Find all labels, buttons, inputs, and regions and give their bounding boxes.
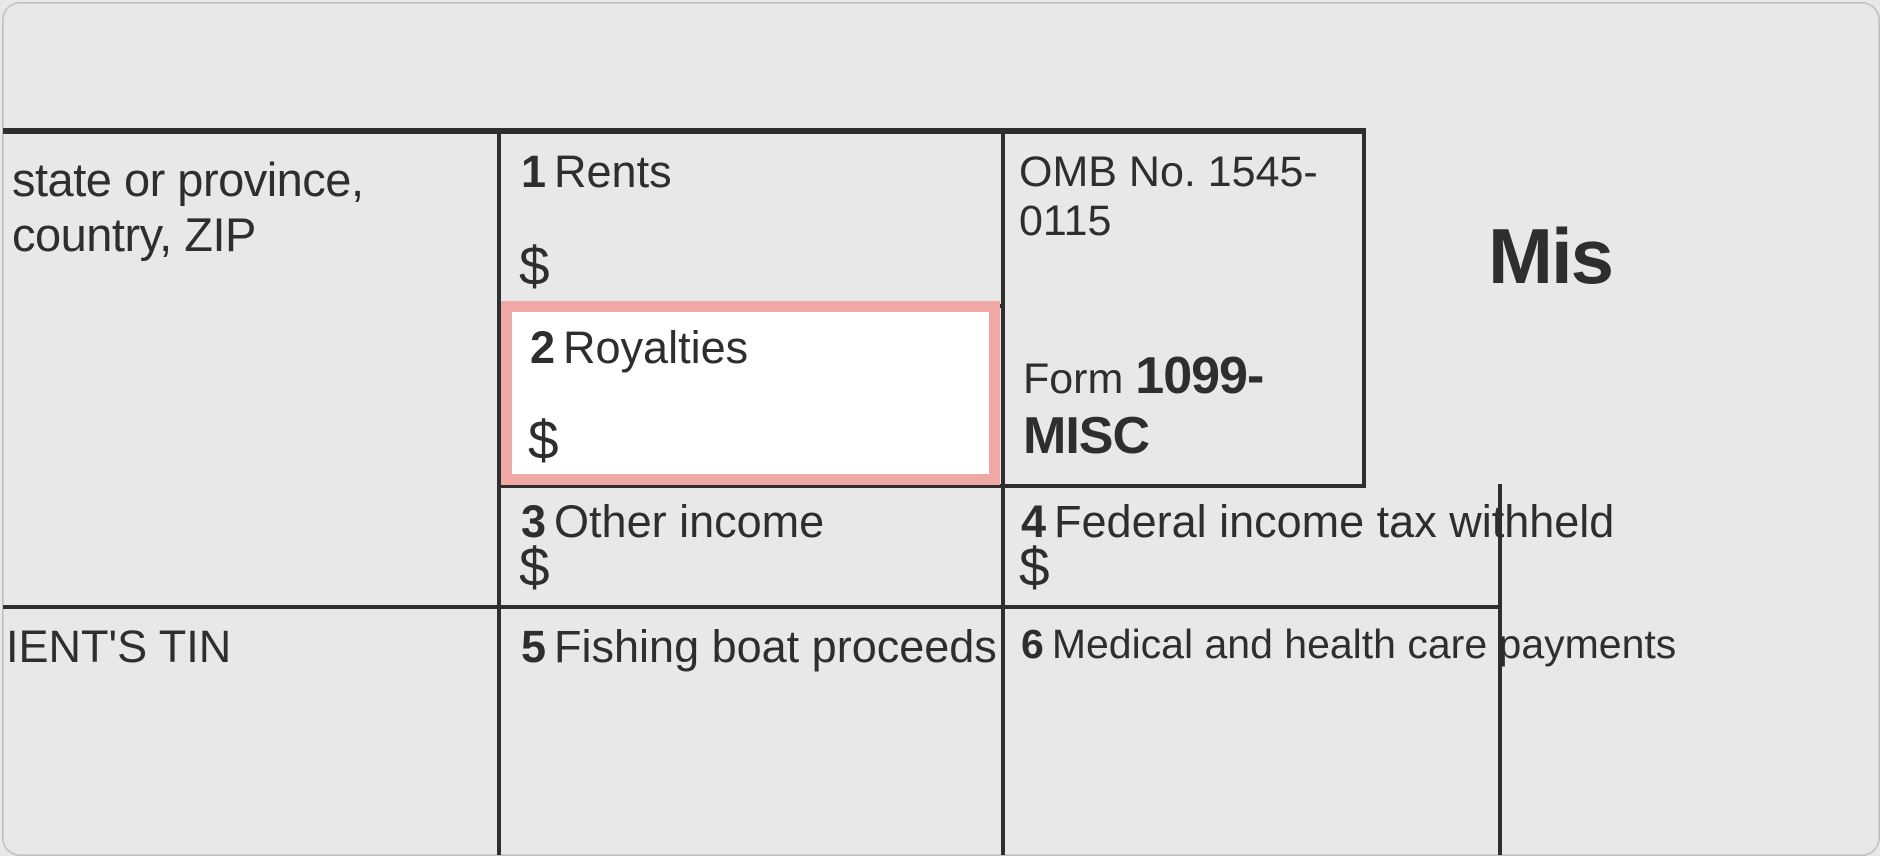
recipient-tin-cell: IENT'S TIN bbox=[2, 609, 501, 856]
payer-address-cell: state or province, country, ZIP bbox=[2, 134, 501, 609]
form-name: Form 1099-MISC bbox=[1023, 346, 1362, 466]
box-1-label: 1Rents bbox=[521, 146, 672, 198]
box-4-label: 4Federal income tax withheld bbox=[1021, 496, 1614, 548]
omb-form-cell: OMB No. 1545-0115 Form 1099-MISC bbox=[1001, 134, 1366, 488]
box-1-rents[interactable]: 1Rents $ bbox=[501, 134, 1005, 308]
box-5-label: 5Fishing boat proceeds bbox=[521, 621, 997, 673]
box-3-label: 3Other income bbox=[521, 496, 824, 548]
box-3-currency: $ bbox=[519, 535, 550, 599]
box-2-royalties[interactable]: 2Royalties $ bbox=[501, 301, 1000, 485]
box-4-currency: $ bbox=[1019, 535, 1050, 599]
form-1099-misc-fragment: state or province, country, ZIP 1Rents $… bbox=[3, 3, 1879, 855]
box-3-other-income[interactable]: 3Other income $ bbox=[501, 484, 1005, 609]
recipient-tin-label-fragment: IENT'S TIN bbox=[6, 621, 231, 673]
form-viewport: state or province, country, ZIP 1Rents $… bbox=[2, 2, 1880, 856]
box-4-fed-tax-withheld[interactable]: 4Federal income tax withheld $ bbox=[1001, 484, 1502, 609]
box-2-label: 2Royalties bbox=[530, 322, 748, 374]
box-6-label: 6Medical and health care payments bbox=[1021, 621, 1676, 668]
form-title-fragment: Mis bbox=[1488, 211, 1612, 302]
box-6-medical[interactable]: 6Medical and health care payments bbox=[1001, 609, 1502, 856]
box-2-currency: $ bbox=[528, 408, 559, 472]
box-5-fishing-boat[interactable]: 5Fishing boat proceeds bbox=[501, 609, 1005, 856]
address-label-fragment: state or province, country, ZIP bbox=[12, 152, 497, 262]
box-1-currency: $ bbox=[519, 234, 550, 298]
omb-number: OMB No. 1545-0115 bbox=[1019, 148, 1362, 246]
